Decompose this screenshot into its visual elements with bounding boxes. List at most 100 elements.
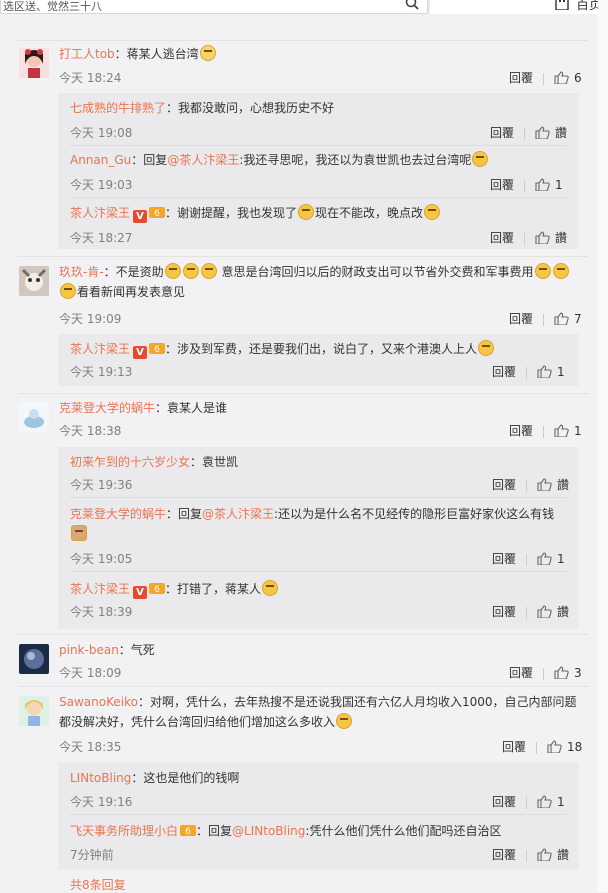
- building-icon[interactable]: [554, 0, 570, 10]
- reply-time: 今天 19:13: [70, 365, 133, 379]
- emoji-icon: [182, 263, 199, 279]
- thumbs-up-icon[interactable]: [554, 71, 569, 84]
- like-count: 讚: [557, 478, 570, 492]
- avatar[interactable]: [19, 402, 49, 432]
- reply-button[interactable]: 回覆: [490, 229, 514, 246]
- thumbs-up-icon[interactable]: [537, 478, 552, 491]
- top-right: 百页: [430, 0, 608, 14]
- like-count: 1: [555, 178, 563, 192]
- reply-text: 克莱登大学的蜗牛：回复@茶人汴梁王:还以为是什么名不见经传的隐形巨富好家伙这么有…: [70, 504, 570, 544]
- avatar[interactable]: [19, 696, 49, 726]
- thumbs-up-icon[interactable]: [535, 126, 550, 139]
- reply-button[interactable]: 回覆: [490, 176, 514, 193]
- mention-link[interactable]: @茶人汴梁王: [167, 153, 239, 167]
- like-count: 1: [574, 424, 582, 438]
- thumbs-up-icon[interactable]: [554, 666, 569, 679]
- verified-badge-icon: V: [133, 586, 148, 599]
- emoji-icon: [200, 263, 217, 279]
- reply-list: LINtoBling：这也是他们的钱啊 今天 19:16 回覆 1 飞天事务所助理…: [58, 762, 579, 870]
- thumbs-up-icon[interactable]: [537, 848, 552, 861]
- verified-badge-icon: V: [133, 346, 148, 359]
- reply-list: 茶人汴梁王 V 6 ：涉及到军费，还是要我们出，说白了，又来个港澳人上人 今天 19:…: [58, 334, 579, 386]
- mention-link[interactable]: @LINtoBling: [232, 824, 305, 838]
- member-badge-icon: 6: [149, 583, 166, 595]
- thumbs-up-icon[interactable]: [537, 365, 552, 378]
- thumbs-up-icon[interactable]: [554, 424, 569, 437]
- reply-button[interactable]: 回覆: [492, 603, 516, 620]
- reply-button[interactable]: 回覆: [509, 69, 533, 86]
- username[interactable]: Annan_Gu: [70, 153, 131, 167]
- comment-actions: 回覆 18: [502, 738, 582, 755]
- username[interactable]: 茶人汴梁王: [70, 342, 130, 356]
- username[interactable]: 玖玖-肯-: [59, 265, 104, 279]
- like-count: 1: [557, 552, 565, 566]
- svg-text:6: 6: [185, 827, 191, 837]
- thumbs-up-icon[interactable]: [537, 795, 552, 808]
- thumbs-up-icon[interactable]: [535, 231, 550, 244]
- reply-time: 今天 18:39: [70, 605, 133, 619]
- thumbs-up-icon[interactable]: [554, 312, 569, 325]
- divider: [18, 40, 588, 41]
- like-count: 7: [574, 312, 582, 326]
- reply-button[interactable]: 回覆: [492, 476, 516, 493]
- emoji-icon: [199, 45, 216, 61]
- username[interactable]: 克莱登大学的蜗牛: [59, 401, 155, 415]
- username[interactable]: 打工人tob: [59, 47, 115, 61]
- avatar[interactable]: [19, 266, 49, 296]
- more-replies-link[interactable]: 共8条回复: [70, 876, 126, 893]
- reply-actions: 回覆 1: [492, 550, 565, 567]
- thumbs-up-icon[interactable]: [535, 178, 550, 191]
- avatar[interactable]: [19, 644, 49, 674]
- like-count: 讚: [555, 126, 568, 140]
- reply-text: 飞天事务所助理小白 6 ：回复@LINtoBling:凭什么他们凭什么他们配吗还自治…: [70, 824, 502, 838]
- reply-button[interactable]: 回覆: [492, 793, 516, 810]
- like-count: 1: [557, 795, 565, 809]
- mention-link[interactable]: @茶人汴梁王: [202, 507, 274, 521]
- reply-button[interactable]: 回覆: [492, 363, 516, 380]
- username[interactable]: LINtoBling: [70, 771, 131, 785]
- search-box[interactable]: 选区送、觉然三十八: [0, 0, 428, 14]
- username[interactable]: 飞天事务所助理小白: [70, 824, 178, 838]
- avatar[interactable]: [19, 48, 49, 78]
- comment-actions: 回覆 1: [509, 422, 582, 439]
- username[interactable]: 茶人汴梁王: [70, 582, 130, 596]
- reply-text: 七成熟的牛排熟了：我都没敢问，心想我历史不好: [70, 101, 335, 115]
- reply-button[interactable]: 回覆: [509, 310, 533, 327]
- member-badge-icon: 6: [180, 825, 197, 837]
- emoji-icon: [424, 204, 441, 220]
- username[interactable]: 七成熟的牛排熟了: [70, 101, 166, 115]
- emoji-icon: [534, 263, 551, 279]
- comment-time: 今天 18:38: [59, 424, 122, 438]
- search-icon[interactable]: [405, 0, 419, 10]
- emoji-icon: [71, 525, 87, 541]
- emoji-icon: [552, 263, 569, 279]
- search-placeholder: 选区送、觉然三十八: [3, 0, 102, 13]
- scrollbar[interactable]: [598, 0, 608, 892]
- reply-actions: 回覆 讚: [490, 229, 567, 246]
- reply-button[interactable]: 回覆: [509, 664, 533, 681]
- comment-text: 克莱登大学的蜗牛：袁某人是谁: [59, 401, 228, 415]
- username[interactable]: pink-bean: [59, 643, 119, 657]
- like-count: 讚: [555, 231, 568, 245]
- like-count: 1: [557, 365, 565, 379]
- thumbs-up-icon[interactable]: [537, 605, 552, 618]
- username[interactable]: 初来乍到的十六岁少女: [70, 455, 190, 469]
- reply-button[interactable]: 回覆: [492, 550, 516, 567]
- reply-time: 今天 19:36: [70, 478, 133, 492]
- reply-time: 今天 19:08: [70, 126, 133, 140]
- reply-button[interactable]: 回覆: [502, 738, 526, 755]
- reply-button[interactable]: 回覆: [509, 422, 533, 439]
- verified-badge-icon: V: [133, 210, 148, 223]
- reply-actions: 回覆 讚: [492, 846, 569, 863]
- thumbs-up-icon[interactable]: [547, 740, 562, 753]
- reply-button[interactable]: 回覆: [492, 846, 516, 863]
- emoji-icon: [336, 713, 353, 729]
- reply-text: LINtoBling：这也是他们的钱啊: [70, 771, 240, 785]
- svg-text:6: 6: [154, 209, 160, 219]
- username[interactable]: 茶人汴梁王: [70, 206, 130, 220]
- reply-button[interactable]: 回覆: [490, 124, 514, 141]
- username[interactable]: 克莱登大学的蜗牛: [70, 507, 166, 521]
- username[interactable]: SawanoKeiko: [59, 695, 138, 709]
- emoji-icon: [298, 204, 315, 220]
- thumbs-up-icon[interactable]: [537, 552, 552, 565]
